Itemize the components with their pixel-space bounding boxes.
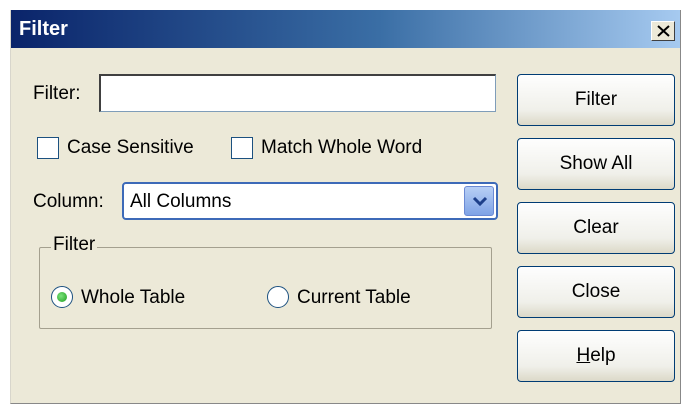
filter-scope-legend: Filter — [51, 234, 98, 256]
match-whole-word-checkbox[interactable] — [231, 137, 253, 159]
chevron-down-icon — [472, 196, 488, 207]
close-icon — [657, 25, 670, 37]
help-label-rest: elp — [590, 345, 616, 366]
title-bar[interactable]: Filter — [11, 10, 680, 48]
column-label: Column: — [33, 191, 104, 212]
column-dropdown-button[interactable] — [464, 186, 494, 216]
radio-selected-icon — [57, 292, 67, 302]
show-all-button[interactable]: Show All — [517, 138, 675, 190]
help-button[interactable]: Help — [517, 330, 675, 382]
filter-input[interactable] — [99, 74, 496, 112]
column-select[interactable]: All Columns — [122, 182, 498, 220]
help-mnemonic: H — [576, 345, 591, 366]
whole-table-label[interactable]: Whole Table — [81, 287, 185, 309]
whole-table-radio[interactable] — [51, 286, 73, 308]
close-window-button[interactable] — [651, 21, 675, 41]
close-button[interactable]: Close — [517, 266, 675, 318]
column-select-value: All Columns — [130, 191, 232, 212]
case-sensitive-label[interactable]: Case Sensitive — [67, 137, 194, 159]
filter-label: Filter: — [33, 83, 81, 104]
clear-button[interactable]: Clear — [517, 202, 675, 254]
window-title: Filter — [19, 18, 68, 40]
case-sensitive-checkbox[interactable] — [37, 137, 59, 159]
current-table-radio[interactable] — [267, 286, 289, 308]
filter-button[interactable]: Filter — [517, 74, 675, 126]
filter-dialog: Filter Filter: Case Sensitive Match Whol… — [10, 10, 681, 404]
match-whole-word-label[interactable]: Match Whole Word — [261, 137, 422, 159]
current-table-label[interactable]: Current Table — [297, 287, 411, 309]
